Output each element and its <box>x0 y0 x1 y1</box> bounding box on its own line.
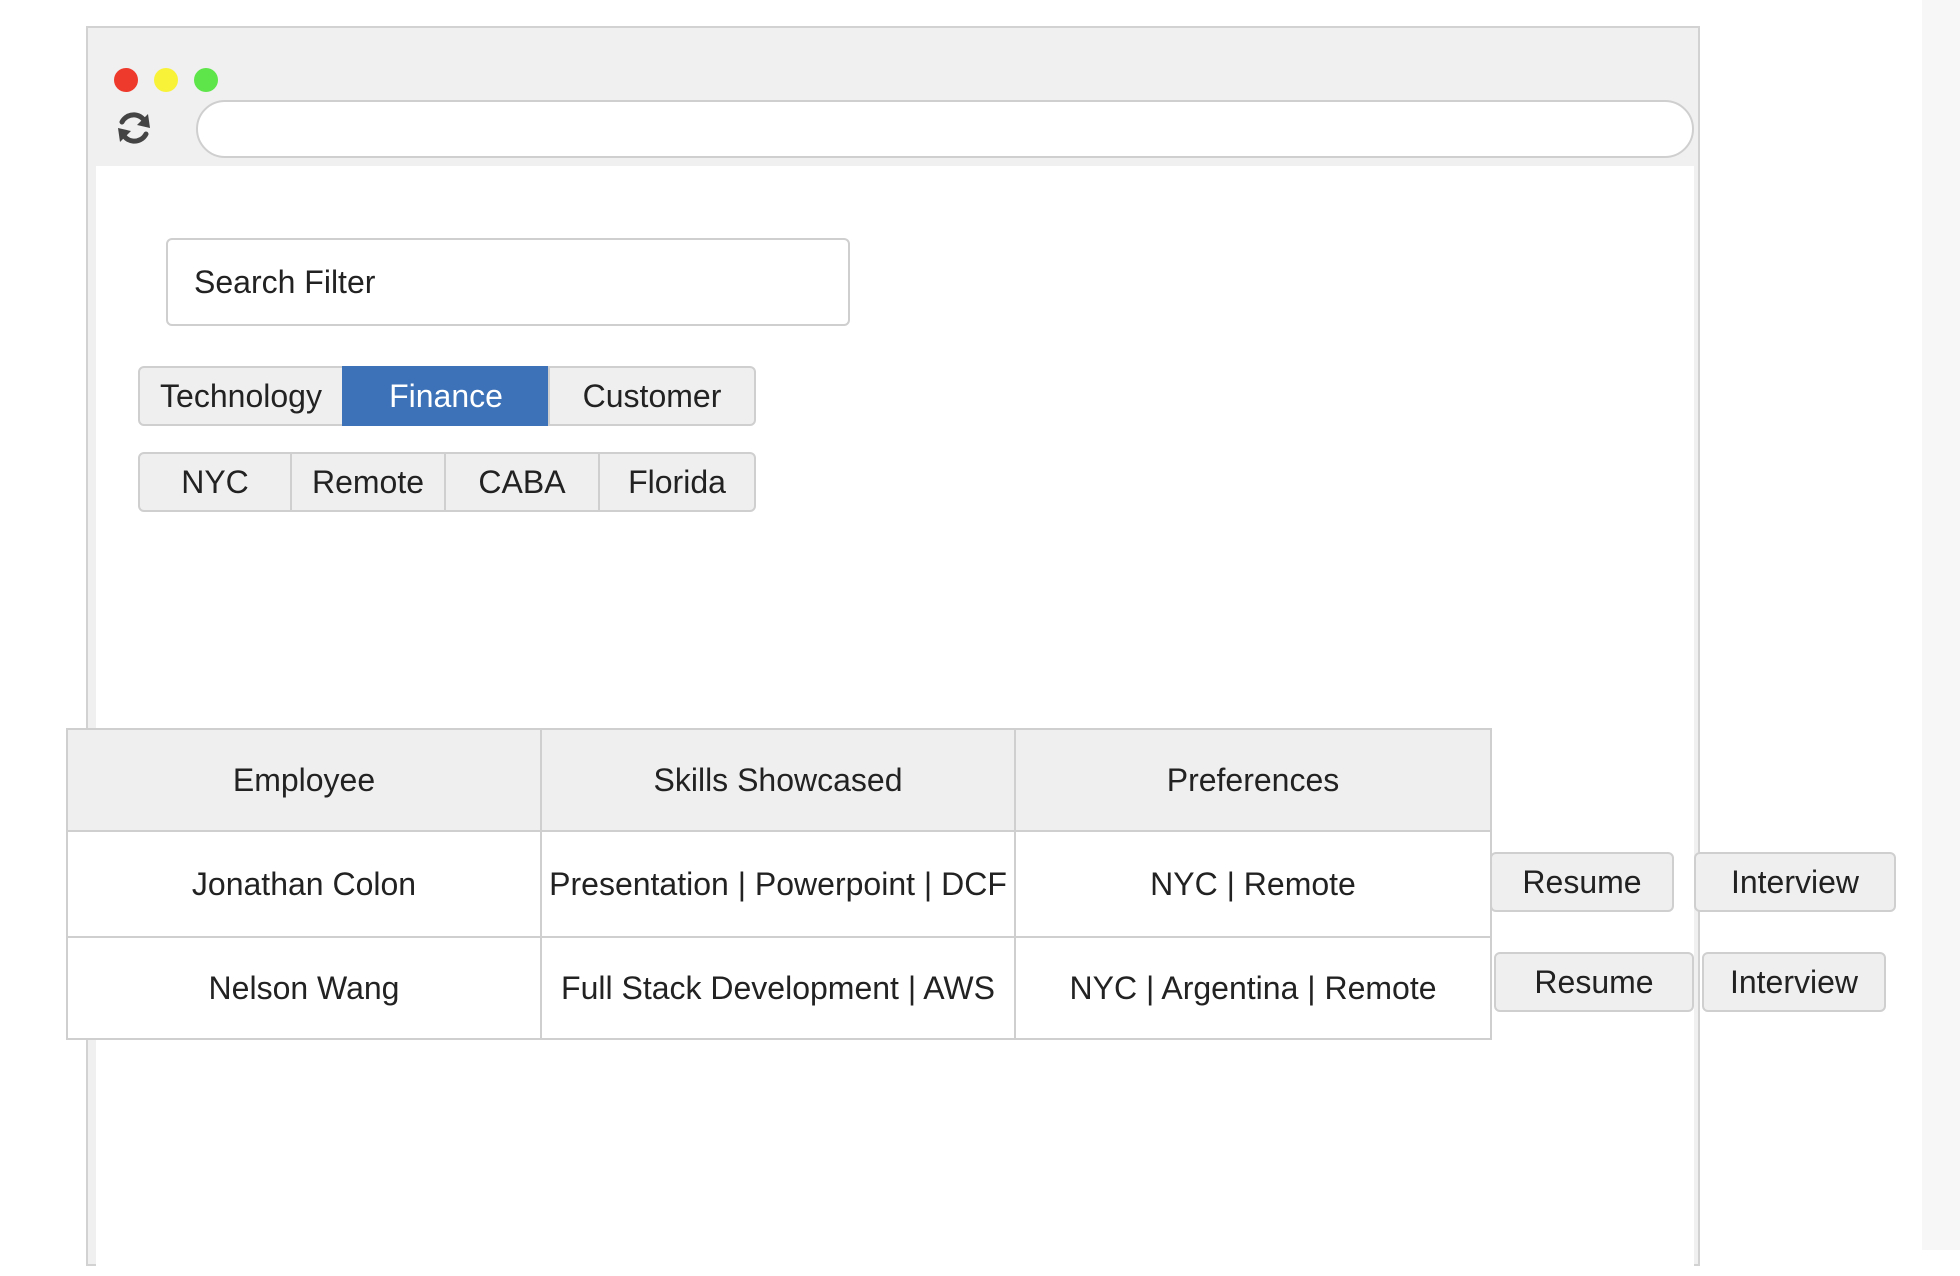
filter-customer-button[interactable]: Customer <box>548 366 756 426</box>
category-filter-group: Technology Finance Customer <box>138 366 756 426</box>
reload-icon[interactable] <box>112 106 156 150</box>
employee-name-cell: Jonathan Colon <box>66 830 542 938</box>
address-bar[interactable] <box>196 100 1694 158</box>
column-header-skills: Skills Showcased <box>540 728 1016 832</box>
interview-button[interactable]: Interview <box>1694 852 1896 912</box>
page-content <box>96 166 1694 1276</box>
skills-cell: Full Stack Development | AWS <box>540 936 1016 1040</box>
preferences-cell: NYC | Argentina | Remote <box>1014 936 1492 1040</box>
filter-finance-button[interactable]: Finance <box>342 366 550 426</box>
resume-button[interactable]: Resume <box>1494 952 1694 1012</box>
browser-window <box>86 26 1700 1276</box>
filter-florida-button[interactable]: Florida <box>598 452 756 512</box>
table-header-row: Employee Skills Showcased Preferences <box>66 728 1492 832</box>
interview-button[interactable]: Interview <box>1702 952 1886 1012</box>
column-header-preferences: Preferences <box>1014 728 1492 832</box>
column-header-employee: Employee <box>66 728 542 832</box>
window-maximize-button[interactable] <box>194 68 218 92</box>
location-filter-group: NYC Remote CABA Florida <box>138 452 756 512</box>
filter-technology-button[interactable]: Technology <box>138 366 344 426</box>
page-gutter <box>1922 0 1960 1250</box>
preferences-cell: NYC | Remote <box>1014 830 1492 938</box>
filter-caba-button[interactable]: CABA <box>444 452 600 512</box>
employee-table: Employee Skills Showcased Preferences Jo… <box>66 728 1492 1040</box>
resume-button[interactable]: Resume <box>1490 852 1674 912</box>
window-close-button[interactable] <box>114 68 138 92</box>
search-filter-input[interactable] <box>166 238 850 326</box>
filter-remote-button[interactable]: Remote <box>290 452 446 512</box>
skills-cell: Presentation | Powerpoint | DCF <box>540 830 1016 938</box>
filter-nyc-button[interactable]: NYC <box>138 452 292 512</box>
employee-name-cell: Nelson Wang <box>66 936 542 1040</box>
window-minimize-button[interactable] <box>154 68 178 92</box>
table-row: Jonathan Colon Presentation | Powerpoint… <box>66 830 1492 938</box>
table-row: Nelson Wang Full Stack Development | AWS… <box>66 936 1492 1040</box>
